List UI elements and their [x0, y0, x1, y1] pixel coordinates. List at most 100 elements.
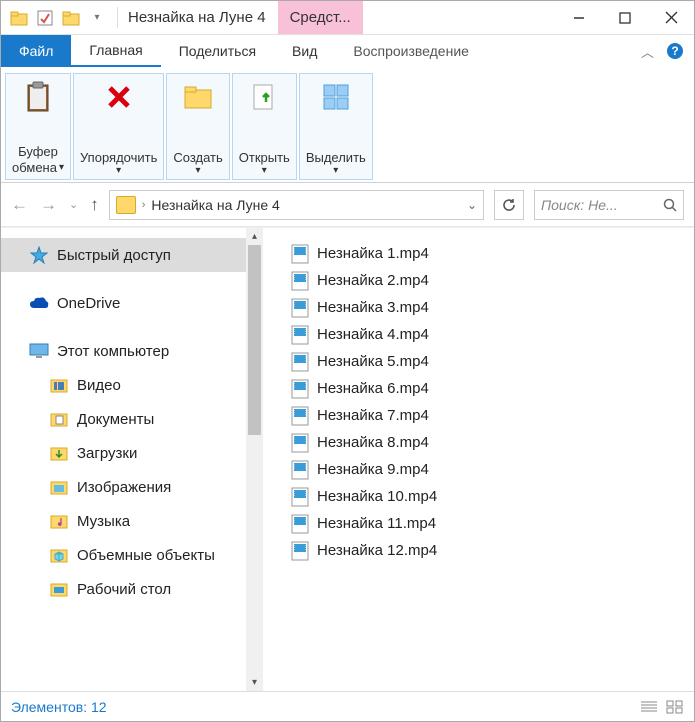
- back-button[interactable]: ←: [11, 195, 28, 215]
- breadcrumb[interactable]: › Незнайка на Луне 4 ⌄: [109, 190, 484, 220]
- file-name: Незнайка 2.mp4: [317, 272, 429, 289]
- file-name: Незнайка 8.mp4: [317, 434, 429, 451]
- chevron-right-icon[interactable]: ›: [142, 199, 146, 211]
- tab-file[interactable]: Файл: [1, 35, 71, 67]
- search-input[interactable]: Поиск: Не...: [534, 190, 684, 220]
- sidebar-item-desktop[interactable]: Рабочий стол: [1, 572, 263, 606]
- file-item[interactable]: Незнайка 12.mp4: [271, 537, 686, 564]
- pictures-folder-icon: [49, 478, 69, 496]
- file-name: Незнайка 11.mp4: [317, 515, 436, 532]
- scroll-up-icon[interactable]: ▴: [246, 228, 263, 245]
- status-item-count: Элементов: 12: [11, 699, 107, 715]
- file-list[interactable]: Незнайка 1.mp4 Незнайка 2.mp4 Незнайка 3.m…: [263, 228, 694, 691]
- video-file-icon: [291, 487, 309, 507]
- breadcrumb-path[interactable]: Незнайка на Луне 4: [151, 197, 279, 213]
- qat-dropdown-icon[interactable]: ▾: [85, 6, 109, 30]
- file-item[interactable]: Незнайка 11.mp4: [271, 510, 686, 537]
- sidebar-item-documents[interactable]: Документы: [1, 402, 263, 436]
- ribbon-create[interactable]: Создать▾: [166, 73, 229, 180]
- recent-dropdown-icon[interactable]: ⌄: [69, 198, 78, 211]
- video-file-icon: [291, 298, 309, 318]
- file-name: Незнайка 10.mp4: [317, 488, 437, 505]
- file-item[interactable]: Незнайка 2.mp4: [271, 267, 686, 294]
- video-file-icon: [291, 325, 309, 345]
- sidebar-item-3d-objects[interactable]: Объемные объекты: [1, 538, 263, 572]
- video-folder-icon: [49, 376, 69, 394]
- video-file-icon: [291, 271, 309, 291]
- ribbon-select-label: Выделить▾: [306, 150, 366, 176]
- 3d-folder-icon: [49, 546, 69, 564]
- tab-view[interactable]: Вид: [274, 35, 335, 67]
- ribbon: Буферобмена▾ Упорядочить▾ Создать▾ Откры…: [1, 67, 694, 183]
- sidebar-item-pictures[interactable]: Изображения: [1, 470, 263, 504]
- file-item[interactable]: Незнайка 4.mp4: [271, 321, 686, 348]
- help-icon[interactable]: ?: [666, 42, 684, 60]
- tab-share[interactable]: Поделиться: [161, 35, 274, 67]
- tab-playback[interactable]: Воспроизведение: [335, 35, 487, 67]
- file-name: Незнайка 9.mp4: [317, 461, 429, 478]
- large-icons-view-icon[interactable]: [666, 700, 684, 714]
- video-file-icon: [291, 460, 309, 480]
- sidebar-item-downloads[interactable]: Загрузки: [1, 436, 263, 470]
- sidebar-item-onedrive[interactable]: OneDrive: [1, 286, 263, 320]
- pc-icon: [29, 342, 49, 360]
- file-item[interactable]: Незнайка 8.mp4: [271, 429, 686, 456]
- open-icon: [247, 80, 281, 114]
- minimize-button[interactable]: [556, 1, 602, 34]
- file-item[interactable]: Незнайка 9.mp4: [271, 456, 686, 483]
- file-item[interactable]: Незнайка 5.mp4: [271, 348, 686, 375]
- video-file-icon: [291, 406, 309, 426]
- window-title: Незнайка на Луне 4: [120, 1, 274, 34]
- sidebar-item-videos[interactable]: Видео: [1, 368, 263, 402]
- details-view-icon[interactable]: [640, 700, 658, 714]
- navigation-pane: Быстрый доступ OneDrive Этот компьютер В…: [1, 228, 263, 691]
- ribbon-tabs: Файл Главная Поделиться Вид Воспроизведе…: [1, 35, 694, 67]
- ribbon-open[interactable]: Открыть▾: [232, 73, 297, 180]
- breadcrumb-dropdown-icon[interactable]: ⌄: [467, 198, 477, 212]
- close-button[interactable]: [648, 1, 694, 34]
- maximize-button[interactable]: [602, 1, 648, 34]
- folder-icon[interactable]: [7, 6, 31, 30]
- cloud-icon: [29, 294, 49, 312]
- ribbon-select[interactable]: Выделить▾: [299, 73, 373, 180]
- video-file-icon: [291, 433, 309, 453]
- up-button[interactable]: ↑: [90, 195, 99, 215]
- properties-icon[interactable]: [33, 6, 57, 30]
- scroll-thumb[interactable]: [248, 245, 261, 435]
- sidebar-item-quick-access[interactable]: Быстрый доступ: [1, 238, 263, 272]
- video-file-icon: [291, 352, 309, 372]
- file-item[interactable]: Незнайка 6.mp4: [271, 375, 686, 402]
- ribbon-organize[interactable]: Упорядочить▾: [73, 73, 164, 180]
- file-name: Незнайка 7.mp4: [317, 407, 429, 424]
- video-file-icon: [291, 541, 309, 561]
- context-tools-tab[interactable]: Средст...: [278, 1, 363, 34]
- search-placeholder: Поиск: Не...: [541, 197, 618, 213]
- navigation-bar: ← → ⌄ ↑ › Незнайка на Луне 4 ⌄ Поиск: Не…: [1, 183, 694, 227]
- tab-home[interactable]: Главная: [71, 35, 160, 67]
- refresh-button[interactable]: [494, 190, 524, 220]
- quick-access-toolbar: ▾: [1, 1, 115, 34]
- file-item[interactable]: Незнайка 1.mp4: [271, 240, 686, 267]
- folder-small-icon[interactable]: [59, 6, 83, 30]
- sidebar-item-this-pc[interactable]: Этот компьютер: [1, 334, 263, 368]
- ribbon-clipboard[interactable]: Буферобмена▾: [5, 73, 71, 180]
- sidebar-item-music[interactable]: Музыка: [1, 504, 263, 538]
- sidebar-scrollbar[interactable]: ▴ ▾: [246, 228, 263, 691]
- scroll-down-icon[interactable]: ▾: [246, 674, 263, 691]
- forward-button[interactable]: →: [40, 195, 57, 215]
- file-name: Незнайка 1.mp4: [317, 245, 429, 262]
- collapse-ribbon-icon[interactable]: ︿: [641, 42, 654, 61]
- file-item[interactable]: Незнайка 3.mp4: [271, 294, 686, 321]
- ribbon-organize-label: Упорядочить▾: [80, 150, 157, 176]
- clipboard-icon: [21, 80, 55, 114]
- file-item[interactable]: Незнайка 10.mp4: [271, 483, 686, 510]
- documents-folder-icon: [49, 410, 69, 428]
- status-bar: Элементов: 12: [1, 691, 694, 721]
- ribbon-create-label: Создать▾: [173, 150, 222, 176]
- svg-text:?: ?: [671, 44, 678, 58]
- file-name: Незнайка 3.mp4: [317, 299, 429, 316]
- new-folder-icon: [181, 80, 215, 114]
- title-bar: ▾ Незнайка на Луне 4 Средст...: [1, 1, 694, 35]
- delete-icon: [102, 80, 136, 114]
- file-item[interactable]: Незнайка 7.mp4: [271, 402, 686, 429]
